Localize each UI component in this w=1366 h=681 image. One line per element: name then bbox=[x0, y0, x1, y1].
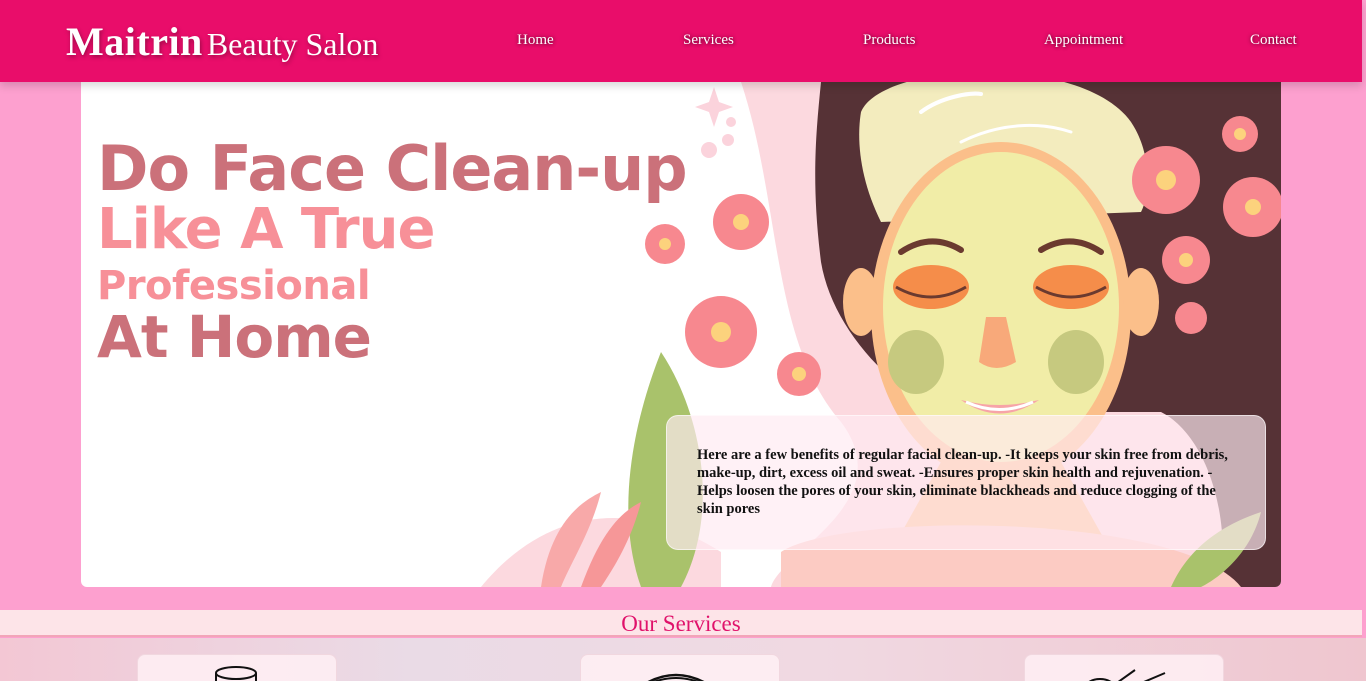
brand-tagline: Beauty Salon bbox=[206, 26, 379, 62]
nav-appointment[interactable]: Appointment bbox=[1044, 32, 1123, 49]
nav-home[interactable]: Home bbox=[517, 32, 554, 49]
benefits-text: Here are a few benefits of regular facia… bbox=[697, 447, 1228, 517]
headline-line-1: Do Face Clean-up bbox=[97, 132, 688, 205]
services-title: Our Services bbox=[621, 611, 741, 636]
services-section-header: Our Services bbox=[0, 610, 1362, 637]
hero-banner: Do Face Clean-up Like A True Professiona… bbox=[81, 82, 1281, 587]
hair-brush-icon bbox=[647, 673, 705, 681]
nav-products[interactable]: Products bbox=[863, 32, 916, 49]
nav-services[interactable]: Services bbox=[683, 32, 734, 49]
site-header: Maitrin Beauty Salon Home Services Produ… bbox=[0, 0, 1362, 82]
benefits-card: Here are a few benefits of regular facia… bbox=[666, 415, 1266, 550]
hero-headline: Do Face Clean-up Like A True Professiona… bbox=[97, 132, 688, 371]
nav-contact[interactable]: Contact bbox=[1250, 32, 1297, 49]
service-card[interactable] bbox=[137, 654, 337, 681]
brand-logo[interactable]: Maitrin Beauty Salon bbox=[66, 18, 378, 65]
cosmetic-jar-icon bbox=[215, 666, 257, 681]
brand-name: Maitrin bbox=[66, 19, 203, 64]
scissors-icon bbox=[1088, 669, 1166, 681]
headline-line-3: Professional bbox=[97, 263, 371, 309]
service-card[interactable] bbox=[1024, 654, 1224, 681]
headline-line-4: At Home bbox=[97, 303, 372, 371]
headline-line-2: Like A True bbox=[97, 197, 435, 262]
services-background bbox=[0, 638, 1366, 681]
service-card[interactable] bbox=[580, 654, 780, 681]
